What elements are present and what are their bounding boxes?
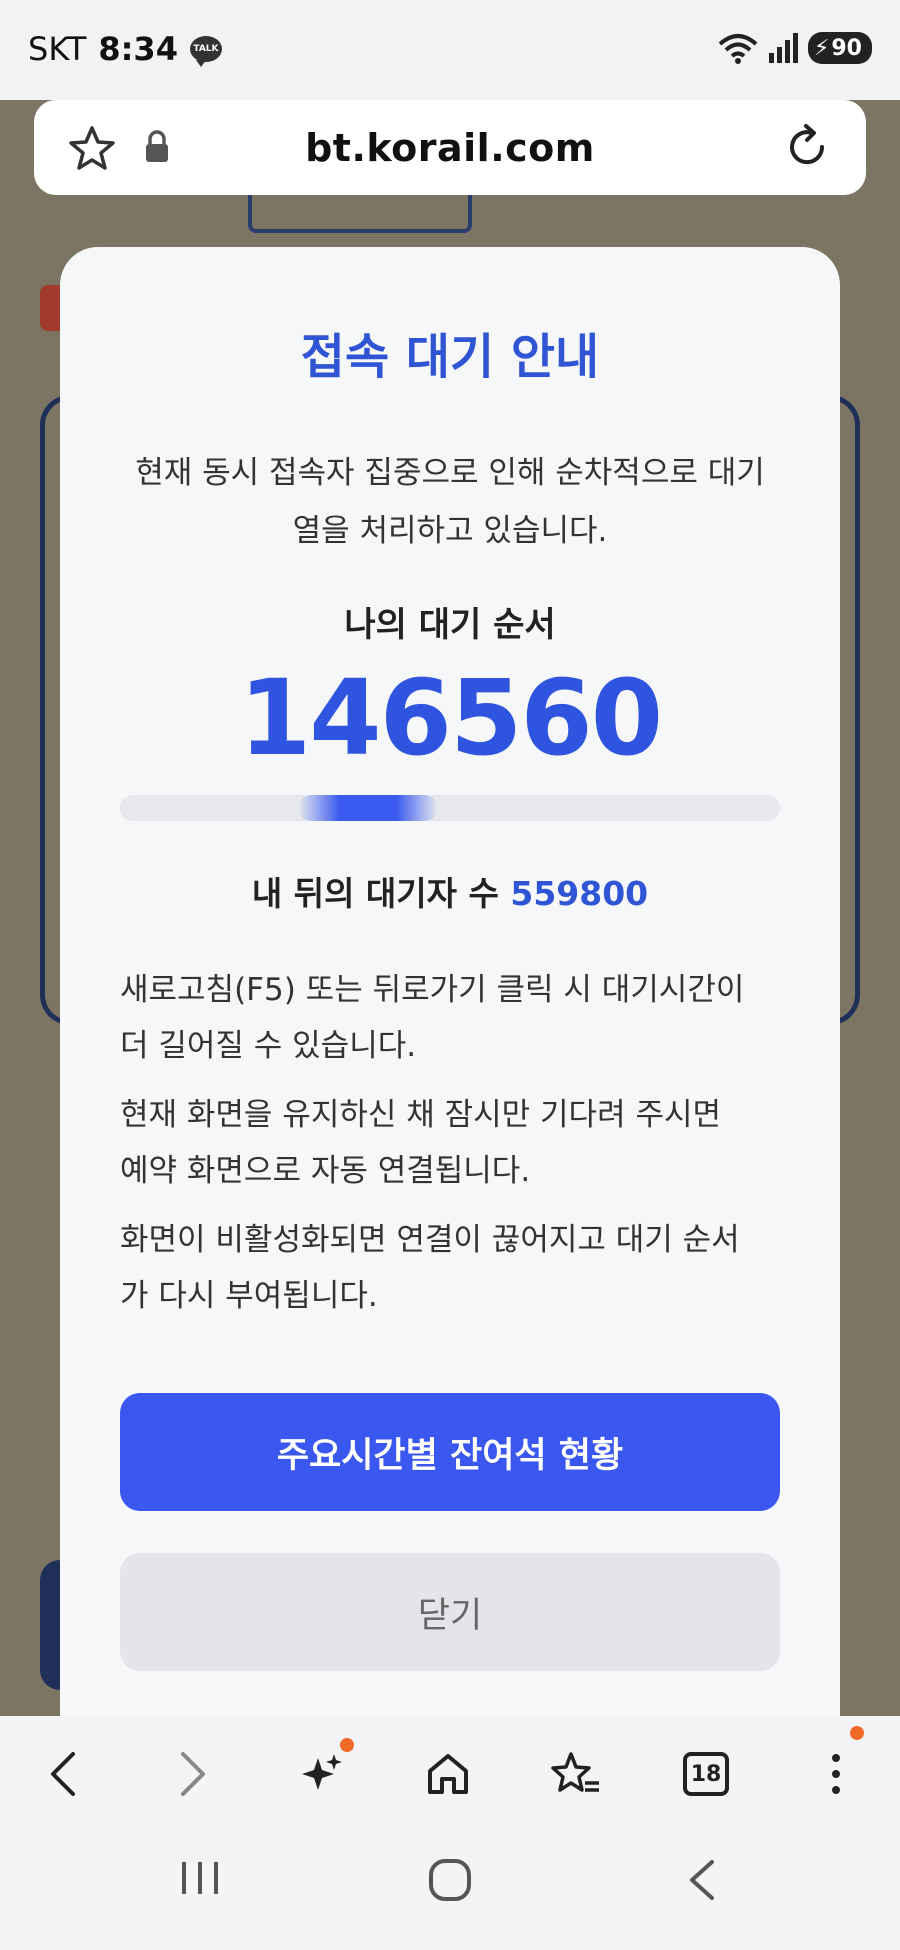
home-nav-icon[interactable] (428, 1858, 472, 1902)
home-icon (428, 1754, 468, 1794)
notice-keep-screen: 현재 화면을 유지하신 채 잠시만 기다려 주시면 예약 화면으로 자동 연결됩… (120, 1087, 780, 1199)
notice-line: 화면이 비활성화되면 연결이 끊어지고 대기 순서 (120, 1222, 740, 1258)
bolt-icon: ⚡ (813, 35, 830, 61)
tabs-icon: 18 (683, 1752, 729, 1796)
back-button[interactable] (32, 1744, 92, 1804)
notice-line: 더 길어질 수 있습니다. (120, 1028, 417, 1064)
battery-icon: ⚡ 90 (807, 32, 872, 64)
background-tag (248, 195, 472, 233)
battery-level: 90 (831, 35, 862, 61)
notification-dot (850, 1726, 864, 1740)
progress-bar (120, 795, 780, 821)
status-right: ⚡ 90 (718, 32, 872, 64)
talk-icon: TALK (189, 36, 222, 67)
signal-icon (768, 33, 798, 63)
forward-button[interactable] (164, 1744, 224, 1804)
queue-label: 나의 대기 순서 (344, 605, 556, 645)
browser-toolbar: 18 (0, 1716, 900, 1828)
url-text[interactable]: bt.korail.com (34, 126, 866, 170)
notice-inactive: 화면이 비활성화되면 연결이 끊어지고 대기 순서 가 다시 부여됩니다. (120, 1212, 780, 1324)
queue-number: 146560 (238, 657, 663, 779)
description-line: 열을 처리하고 있습니다. (292, 513, 608, 549)
system-navbar (0, 1828, 900, 1950)
close-button[interactable]: 닫기 (120, 1553, 780, 1671)
recent-apps-icon[interactable] (178, 1858, 222, 1898)
notice-refresh: 새로고침(F5) 또는 뒤로가기 클릭 시 대기시간이 더 길어질 수 있습니다… (120, 962, 780, 1074)
behind-row: 내 뒤의 대기자 수 559800 (60, 867, 840, 915)
more-button[interactable] (806, 1726, 866, 1804)
ai-button[interactable] (292, 1738, 354, 1804)
carrier-label: SKT (28, 30, 87, 68)
back-icon (51, 1752, 75, 1796)
status-left: SKT 8:34 TALK (28, 30, 222, 68)
remaining-seats-button[interactable]: 주요시간별 잔여석 현황 (120, 1393, 780, 1511)
notice-line: 예약 화면으로 자동 연결됩니다. (120, 1153, 531, 1189)
reload-icon[interactable] (782, 122, 832, 172)
more-icon (832, 1754, 840, 1794)
ai-sparkle-icon (302, 1754, 342, 1790)
clock: 8:34 (98, 30, 178, 68)
notice-line: 가 다시 부여됩니다. (120, 1278, 378, 1314)
bookmarks-button[interactable] (546, 1744, 606, 1804)
notice-line: 새로고침(F5) 또는 뒤로가기 클릭 시 대기시간이 (120, 972, 745, 1008)
modal-description: 현재 동시 접속자 집중으로 인해 순차적으로 대기 열을 처리하고 있습니다. (110, 444, 790, 560)
status-bar: SKT 8:34 TALK ⚡ 90 (0, 0, 900, 100)
address-bar[interactable]: bt.korail.com (34, 100, 866, 195)
forward-icon (181, 1752, 205, 1796)
notice-line: 현재 화면을 유지하신 채 잠시만 기다려 주시면 (120, 1097, 722, 1133)
modal-title: 접속 대기 안내 (300, 329, 600, 385)
home-button[interactable] (418, 1744, 478, 1804)
description-line: 현재 동시 접속자 집중으로 인해 순차적으로 대기 (135, 455, 765, 491)
back-nav-icon[interactable] (686, 1858, 716, 1902)
queue-modal: 접속 대기 안내 현재 동시 접속자 집중으로 인해 순차적으로 대기 열을 처… (60, 247, 840, 1717)
wifi-icon (718, 34, 758, 64)
progress-indicator (298, 795, 438, 821)
notification-dot (340, 1738, 354, 1752)
behind-label: 내 뒤의 대기자 수 (251, 874, 499, 913)
behind-count: 559800 (510, 874, 649, 913)
tabs-button[interactable]: 18 (676, 1744, 736, 1804)
bookmarks-icon (551, 1752, 599, 1792)
